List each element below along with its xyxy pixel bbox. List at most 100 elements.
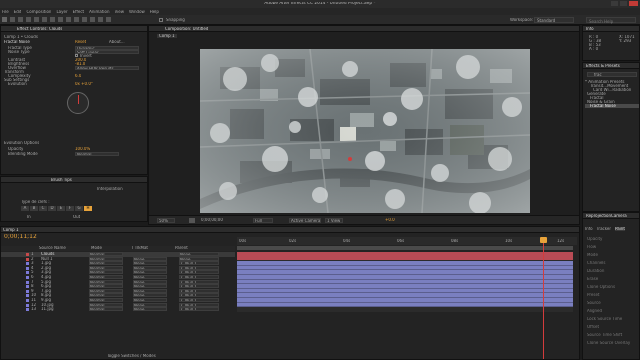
layer-trkmat-dropdown[interactable]: None [133,302,167,307]
ease-out-label[interactable]: Out [73,215,80,219]
menu-layer[interactable]: Layer [56,10,67,14]
zoom-tool-icon[interactable] [18,17,23,22]
composition-frame[interactable] [200,49,530,213]
layer-mode-dropdown[interactable]: Normal [89,279,123,284]
magnification-dropdown[interactable]: 50% [157,218,175,223]
evolution-options-group[interactable]: Evolution Options [4,141,39,145]
col-mode[interactable]: Mode [91,246,102,250]
col-trkmat[interactable]: T TrkMat [131,246,148,250]
layer-parent-dropdown[interactable]: 2. Null 1 [179,270,219,275]
layer-bar-clouds[interactable] [237,252,573,262]
roto-tool-icon[interactable] [98,17,103,22]
layer-name[interactable]: 2.jpg [41,266,51,270]
key-type-button[interactable]: F [66,206,74,211]
camera-tool-icon[interactable] [34,17,39,22]
brush-tool-icon[interactable] [74,17,79,22]
key-type-button[interactable]: G [75,206,83,211]
layer-mode-dropdown[interactable]: Normal [89,274,123,279]
layer-name[interactable]: Clouds [41,252,55,256]
menu-view[interactable]: View [115,10,125,14]
layer-mode-dropdown[interactable]: Normal [89,265,123,270]
layer-trkmat-dropdown[interactable]: None [133,307,167,312]
layer-name[interactable]: 7.jpg [41,289,51,293]
layer-name[interactable]: 6.jpg [41,284,51,288]
mask-tool-icon[interactable] [50,17,55,22]
layer-mode-dropdown[interactable]: Normal [89,256,123,261]
layer-mode-dropdown[interactable]: Normal [89,293,123,298]
effects-tree-item-selected[interactable]: Fractal Noise [585,104,639,108]
cti-handle[interactable] [540,237,547,243]
ease-in-label[interactable]: In [27,215,31,219]
layer-parent-dropdown[interactable]: 2. Null 1 [179,261,219,266]
layer-trkmat-dropdown[interactable]: None [133,279,167,284]
key-type-button[interactable]: C [39,206,47,211]
layer-parent-dropdown[interactable]: 2. Null 1 [179,274,219,279]
hand-tool-icon[interactable] [10,17,15,22]
pen-tool-icon[interactable] [58,17,63,22]
minimize-button[interactable] [611,1,618,6]
layer-name[interactable]: 9.jpg [41,298,51,302]
layer-trkmat-dropdown[interactable]: None [133,274,167,279]
effects-presets-tab[interactable]: Effects & Presets [586,64,620,68]
effects-search-field[interactable]: frac [587,72,637,77]
composition-tab[interactable]: Composition: Untitled [165,27,208,31]
menu-file[interactable]: File [2,10,9,14]
view-layout-dropdown[interactable]: 1 View [325,218,343,223]
menu-effect[interactable]: Effect [73,10,85,14]
effect-name[interactable]: Fractal Noise [4,40,30,44]
layer-trkmat-dropdown[interactable]: None [133,261,167,266]
layer-parent-dropdown[interactable]: 2. Null 1 [179,265,219,270]
menu-edit[interactable]: Edit [14,10,22,14]
layer-trkmat-dropdown[interactable]: None [133,297,167,302]
timeline-timecode[interactable]: 0;00;11;12 [4,234,37,240]
menu-window[interactable]: Window [129,10,145,14]
paint-panel-title[interactable]: ReprojectionCamera [586,214,627,218]
workspace-dropdown[interactable]: Standard [534,17,574,23]
clone-tool-icon[interactable] [82,17,87,22]
maximize-button[interactable] [620,1,627,6]
eraser-tool-icon[interactable] [90,17,95,22]
layer-mode-dropdown[interactable]: Normal [89,288,123,293]
layer-name[interactable]: Null 1 [41,257,53,261]
key-type-button[interactable]: H [84,206,92,211]
brush-tips-tab[interactable]: Brush Tips [51,178,72,182]
layer-parent-dropdown[interactable]: None [179,252,219,256]
menu-animation[interactable]: Animation [89,10,109,14]
active-camera-dropdown[interactable]: Active Camera [289,218,321,223]
rotate-tool-icon[interactable] [26,17,31,22]
tab-info[interactable]: Info [585,227,593,231]
evolution-value[interactable]: 0x +0.0° [75,82,93,86]
layer-parent-dropdown[interactable]: 2. Null 1 [179,284,219,289]
layer-parent-dropdown[interactable]: 2. Null 1 [179,307,219,312]
layer-parent-dropdown[interactable]: 2. Null 1 [179,279,219,284]
layer-parent-dropdown[interactable]: 2. Null 1 [179,302,219,307]
camera-icon[interactable] [189,218,195,223]
layer-trkmat-dropdown[interactable]: None [133,265,167,270]
layer-parent-dropdown[interactable]: 2. Null 1 [179,288,219,293]
work-area-bar[interactable] [237,246,573,250]
exposure-value[interactable]: +0.0 [385,218,395,222]
puppet-tool-icon[interactable] [106,17,111,22]
time-ruler[interactable]: 00s 02s 04s 06s 08s 10s 12s [237,237,577,245]
effect-reset-link[interactable]: Reset [75,40,86,44]
layer-trkmat-dropdown[interactable]: None [133,256,167,261]
snapping-checkbox[interactable] [159,18,163,22]
layer-name[interactable]: 3.jpg [41,270,51,274]
opacity-value[interactable]: 100.0% [75,147,90,151]
pan-behind-tool-icon[interactable] [42,17,47,22]
layer-mode-dropdown[interactable]: Normal [89,261,123,266]
layer-parent-dropdown[interactable]: None [179,256,219,261]
layer-trkmat-dropdown[interactable]: None [133,284,167,289]
col-parent[interactable]: Parent [175,246,188,250]
key-type-button[interactable]: D [48,206,56,211]
layer-name[interactable]: 1.jpg [41,261,51,265]
current-time-indicator[interactable] [540,237,547,359]
layer-bar[interactable] [237,302,573,308]
blending-mode-dropdown[interactable]: Normal [75,152,119,156]
layer-name[interactable]: 10.jpg [41,303,54,307]
layer-name[interactable]: 11.jpg [41,307,54,311]
layer-trkmat-dropdown[interactable]: None [133,293,167,298]
comp-subtab[interactable]: Comp 1 [157,34,177,38]
invert-checkbox[interactable] [75,54,78,57]
resolution-dropdown[interactable]: Full [253,218,273,223]
